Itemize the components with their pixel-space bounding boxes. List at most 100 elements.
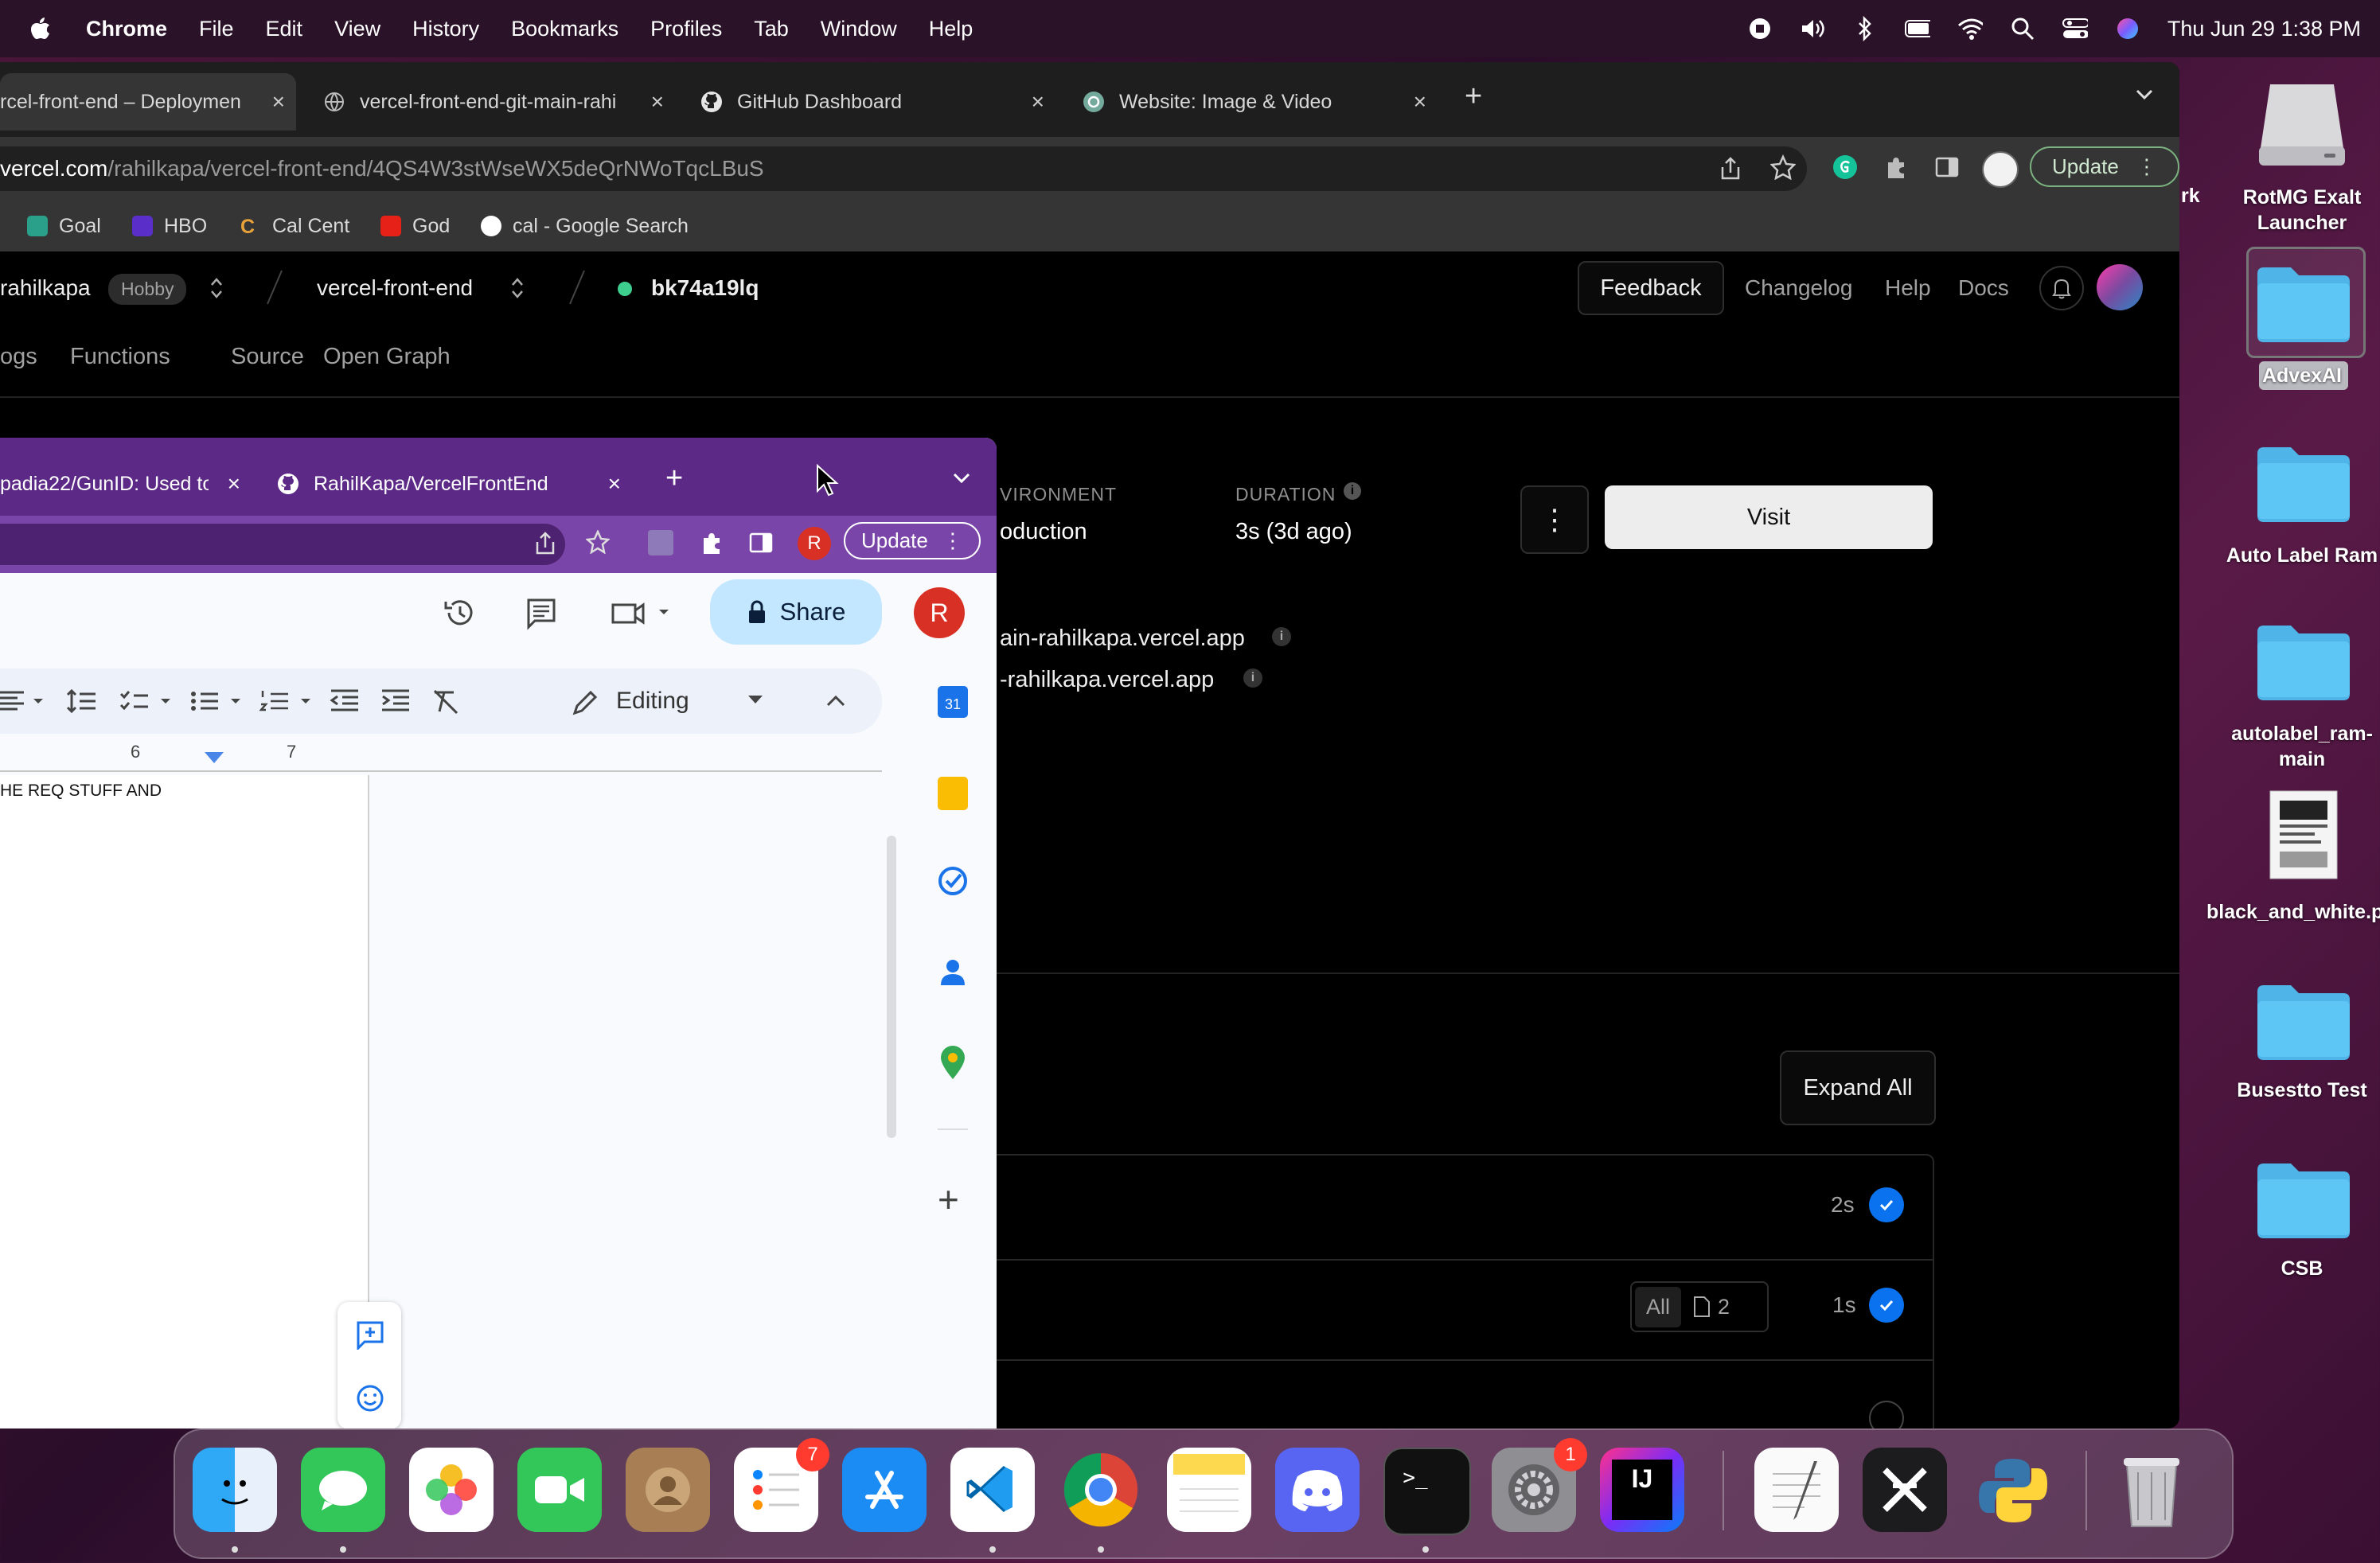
photos-icon[interactable]	[409, 1448, 494, 1532]
close-icon[interactable]: ×	[272, 89, 285, 115]
screen-record-icon[interactable]	[1747, 16, 1773, 41]
tab-github-dashboard[interactable]: GitHub Dashboard ×	[700, 73, 1051, 131]
calendar-icon[interactable]: 31	[938, 686, 968, 718]
menu-bookmarks[interactable]: Bookmarks	[511, 17, 618, 41]
add-comment-icon[interactable]	[355, 1319, 385, 1350]
scrollbar-thumb[interactable]	[887, 836, 896, 1138]
battery-icon[interactable]	[1904, 16, 1930, 41]
tab-vercel-deployment[interactable]: rcel-front-end – Deploymen ×	[0, 73, 296, 131]
account-avatar[interactable]: R	[914, 587, 965, 638]
visit-button[interactable]: Visit	[1605, 485, 1933, 549]
extensions-icon[interactable]	[1883, 154, 1909, 184]
menu-help[interactable]: Help	[929, 17, 973, 41]
update-button[interactable]: Update ⋮	[2030, 146, 2179, 187]
version-history-icon[interactable]	[443, 595, 478, 634]
profile-avatar[interactable]: R	[798, 527, 831, 560]
changelog-link[interactable]: Changelog	[1745, 275, 1852, 301]
address-bar[interactable]: vercel.com/rahilkapa/vercel-front-end/4Q…	[0, 146, 1807, 191]
final-cut-icon[interactable]	[1863, 1448, 1947, 1532]
intellij-icon[interactable]: IJ	[1600, 1448, 1684, 1532]
numbered-list-icon[interactable]	[259, 688, 317, 715]
domain-link-2[interactable]: -rahilkapa.vercel.app	[1000, 667, 1214, 693]
profile-avatar[interactable]	[1982, 151, 2019, 188]
document-page[interactable]: HE REQ STUFF AND	[0, 775, 369, 1429]
expand-all-button[interactable]: Expand All	[1780, 1050, 1936, 1125]
project-switcher-icon[interactable]	[509, 274, 525, 302]
spotlight-search-icon[interactable]	[2010, 16, 2035, 41]
close-icon[interactable]: ×	[608, 471, 621, 497]
bookmark-star-icon[interactable]	[1769, 154, 1797, 184]
close-icon[interactable]: ×	[228, 471, 240, 497]
chrome-icon[interactable]	[1059, 1448, 1143, 1532]
menu-history[interactable]: History	[412, 17, 479, 41]
align-icon[interactable]	[0, 688, 46, 715]
help-link[interactable]: Help	[1885, 275, 1931, 301]
meet-video-icon[interactable]	[610, 597, 673, 633]
extension-icon[interactable]	[648, 530, 673, 555]
menu-app-name[interactable]: Chrome	[86, 17, 167, 41]
clear-formatting-icon[interactable]	[431, 688, 463, 715]
notifications-bell-icon[interactable]	[2039, 266, 2084, 310]
project-name[interactable]: vercel-front-end	[317, 275, 473, 301]
python-launcher-icon[interactable]	[1971, 1448, 2055, 1532]
volume-icon[interactable]	[1800, 16, 1825, 41]
tab-search-chevron-icon[interactable]	[2133, 83, 2156, 109]
grammarly-icon[interactable]	[1832, 154, 1858, 184]
indent-marker-icon[interactable]	[204, 751, 224, 764]
bluetooth-icon[interactable]	[1852, 16, 1878, 41]
menu-profiles[interactable]: Profiles	[650, 17, 722, 41]
maps-icon[interactable]	[938, 1044, 968, 1081]
tab-search-chevron-icon[interactable]	[950, 466, 973, 493]
wifi-icon[interactable]	[1957, 16, 1983, 41]
control-center-icon[interactable]	[2062, 16, 2088, 41]
tasks-icon[interactable]	[936, 864, 970, 898]
facetime-icon[interactable]	[517, 1448, 602, 1532]
extensions-icon[interactable]	[699, 530, 724, 559]
close-icon[interactable]: ×	[1414, 89, 1426, 115]
contacts-app-icon[interactable]	[626, 1448, 710, 1532]
comments-icon[interactable]	[524, 595, 559, 634]
info-icon[interactable]: i	[1344, 482, 1361, 500]
line-spacing-icon[interactable]	[67, 688, 99, 715]
share-page-icon[interactable]	[1719, 156, 1742, 185]
keep-icon[interactable]	[938, 777, 968, 810]
terminal-icon[interactable]: >_	[1383, 1448, 1471, 1535]
new-tab-button[interactable]: +	[665, 462, 683, 496]
emoji-reaction-icon[interactable]	[355, 1383, 385, 1413]
close-icon[interactable]: ×	[1032, 89, 1044, 115]
side-panel-icon[interactable]	[748, 530, 774, 559]
notes-icon[interactable]	[1167, 1448, 1251, 1532]
menu-view[interactable]: View	[334, 17, 380, 41]
tab-source[interactable]: Source	[231, 344, 304, 370]
app-store-icon[interactable]	[842, 1448, 927, 1532]
build-step-row[interactable]	[955, 1358, 1934, 1429]
info-icon[interactable]: i	[1272, 627, 1291, 646]
editing-mode-label[interactable]: Editing	[616, 688, 689, 715]
filter-all[interactable]: All	[1635, 1286, 1682, 1327]
messages-icon[interactable]	[301, 1448, 385, 1532]
increase-indent-icon[interactable]	[380, 688, 412, 715]
bookmark-cal-cent[interactable]: C Cal Cent	[240, 210, 349, 242]
add-addon-button[interactable]: +	[938, 1178, 959, 1221]
collapse-toolbar-icon[interactable]	[825, 691, 847, 710]
decrease-indent-icon[interactable]	[330, 688, 361, 715]
docs-link[interactable]: Docs	[1958, 275, 2009, 301]
siri-icon[interactable]	[2115, 16, 2140, 41]
address-bar[interactable]	[0, 524, 565, 565]
menubar-clock[interactable]: Thu Jun 29 1:38 PM	[2167, 17, 2361, 41]
tab-logs[interactable]: ogs	[0, 344, 37, 370]
menu-tab[interactable]: Tab	[754, 17, 789, 41]
apple-icon[interactable]	[30, 17, 51, 41]
update-button[interactable]: Update ⋮	[844, 522, 981, 559]
finder-icon[interactable]	[193, 1448, 277, 1532]
more-options-button[interactable]: ⋮	[1520, 485, 1589, 554]
share-page-icon[interactable]	[535, 532, 556, 559]
checklist-icon[interactable]	[119, 688, 177, 715]
user-avatar[interactable]	[2097, 264, 2143, 310]
vscode-icon[interactable]	[950, 1448, 1035, 1532]
bookmark-star-icon[interactable]	[585, 528, 611, 558]
info-icon[interactable]: i	[1243, 668, 1262, 688]
tab-functions[interactable]: Functions	[70, 344, 170, 370]
bookmark-goal[interactable]: Goal	[27, 210, 101, 242]
share-button[interactable]: Share	[710, 579, 882, 645]
